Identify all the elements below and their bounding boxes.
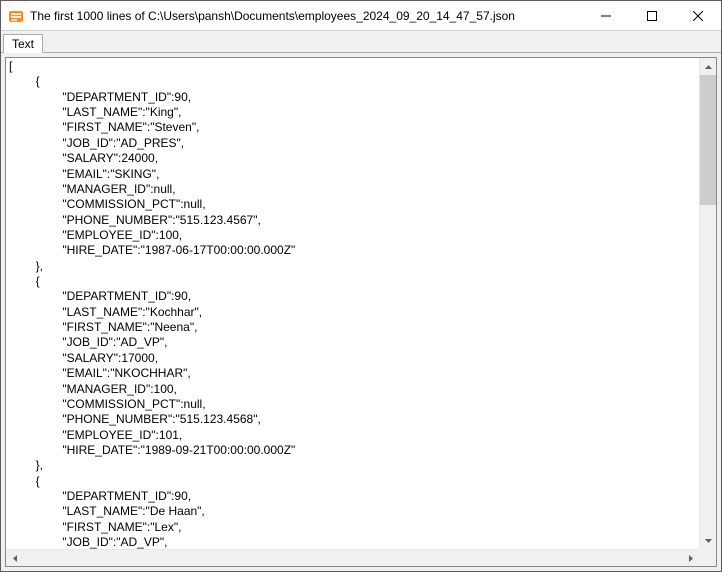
- tabstrip: Text: [1, 31, 721, 53]
- window-controls: [583, 1, 721, 30]
- scroll-up-button[interactable]: [700, 58, 716, 75]
- file-text-view[interactable]: [ { "DEPARTMENT_ID":90, "LAST_NAME":"Kin…: [6, 58, 699, 549]
- content-frame: [ { "DEPARTMENT_ID":90, "LAST_NAME":"Kin…: [5, 57, 717, 567]
- minimize-icon: [601, 11, 611, 21]
- horizontal-scroll-thumb[interactable]: [23, 550, 682, 566]
- horizontal-scroll-track[interactable]: [23, 550, 682, 566]
- close-icon: [693, 11, 703, 21]
- window-title: The first 1000 lines of C:\Users\pansh\D…: [30, 9, 583, 23]
- scroll-left-button[interactable]: [6, 550, 23, 566]
- scroll-down-button[interactable]: [700, 532, 716, 549]
- chevron-up-icon: [705, 65, 712, 69]
- titlebar[interactable]: The first 1000 lines of C:\Users\pansh\D…: [1, 1, 721, 31]
- minimize-button[interactable]: [583, 1, 629, 30]
- tab-text[interactable]: Text: [3, 34, 43, 53]
- maximize-icon: [647, 11, 657, 21]
- content-wrapper: [ { "DEPARTMENT_ID":90, "LAST_NAME":"Kin…: [1, 53, 721, 571]
- scrollbar-corner: [699, 549, 716, 566]
- vertical-scroll-thumb[interactable]: [700, 75, 716, 205]
- horizontal-scrollbar[interactable]: [6, 549, 699, 566]
- close-button[interactable]: [675, 1, 721, 30]
- application-window: The first 1000 lines of C:\Users\pansh\D…: [0, 0, 722, 572]
- scroll-right-button[interactable]: [682, 550, 699, 566]
- maximize-button[interactable]: [629, 1, 675, 30]
- vertical-scrollbar[interactable]: [699, 58, 716, 549]
- app-icon: [8, 8, 24, 24]
- chevron-right-icon: [689, 555, 693, 562]
- chevron-down-icon: [705, 539, 712, 543]
- vertical-scroll-track[interactable]: [700, 75, 716, 532]
- chevron-left-icon: [13, 555, 17, 562]
